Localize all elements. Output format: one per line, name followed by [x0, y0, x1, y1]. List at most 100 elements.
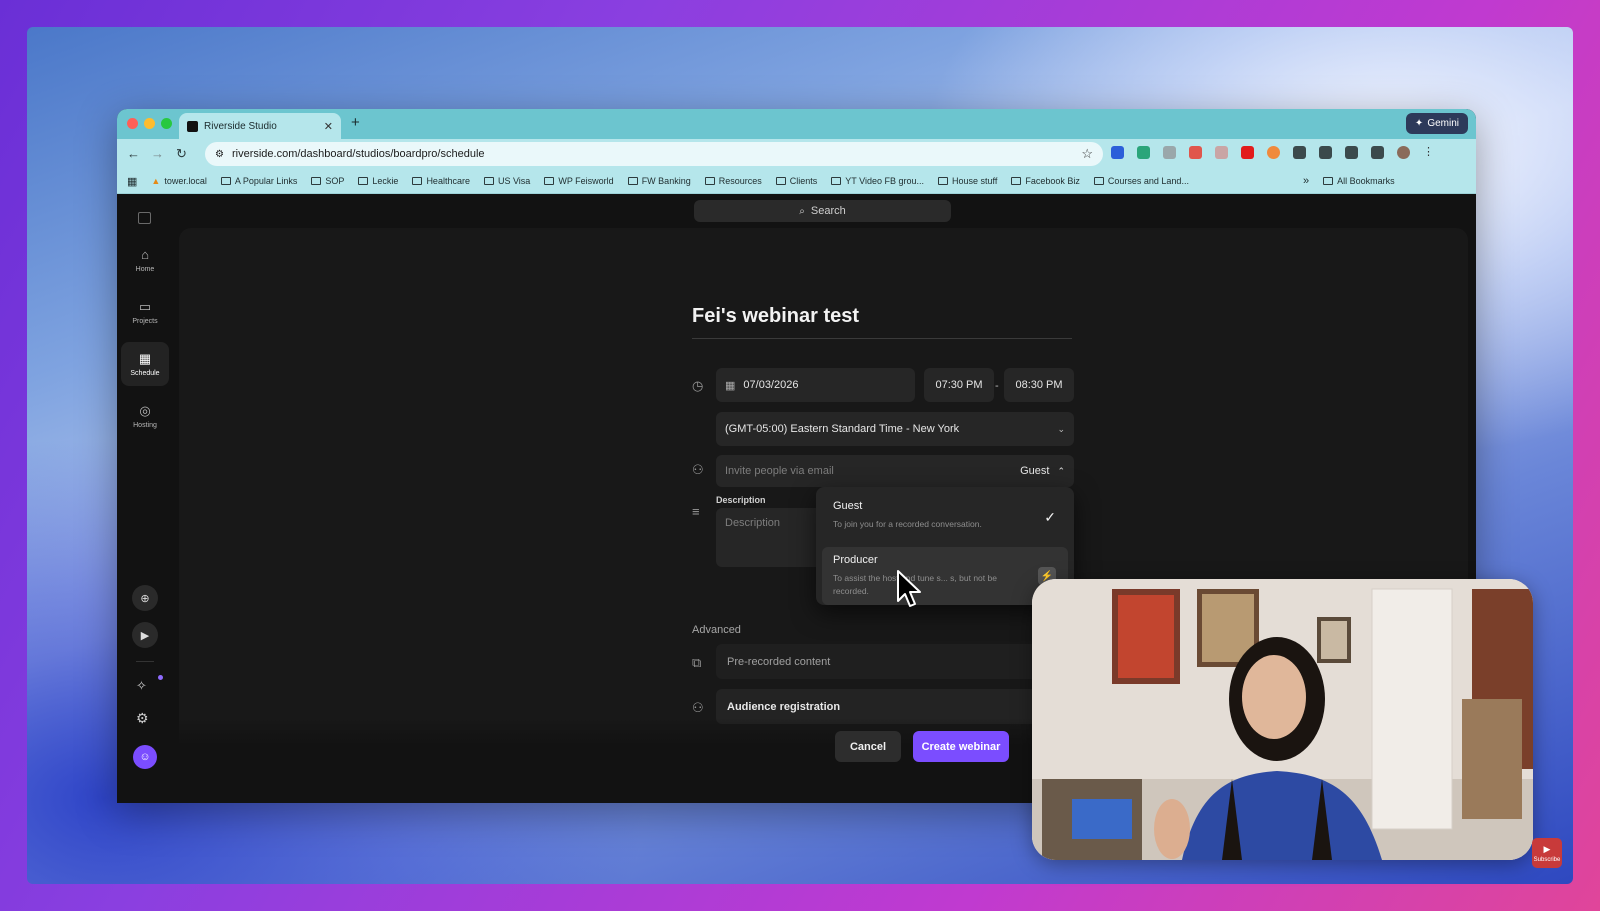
start-time-field[interactable]: 07:30 PM [924, 368, 994, 402]
collapse-sidebar-icon[interactable] [138, 212, 151, 224]
mouse-pointer-icon [897, 570, 921, 607]
extension-camera-icon[interactable] [1215, 146, 1228, 159]
webcam-overlay [1032, 579, 1533, 860]
bookmark-star-icon[interactable]: ☆ [1081, 146, 1093, 162]
user-avatar[interactable]: ☺ [133, 745, 157, 769]
sidebar-item-schedule[interactable]: ▦ Schedule [121, 342, 169, 386]
bookmark-folder[interactable]: Clients [775, 176, 817, 186]
bookmark-favicon-icon: ▲ [151, 176, 161, 186]
extension-red-icon[interactable] [1189, 146, 1202, 159]
folder-icon [937, 177, 948, 185]
extension-green-icon[interactable] [1137, 146, 1150, 159]
role-dropdown: Guest To join you for a recorded convers… [816, 487, 1074, 605]
home-icon: ⌂ [141, 246, 149, 262]
sidebar-divider [136, 661, 154, 662]
reload-icon[interactable]: ↻ [176, 146, 187, 162]
window-controls [127, 118, 172, 129]
close-window-button[interactable] [127, 118, 138, 129]
folder-icon [220, 177, 231, 185]
bookmark-folder[interactable]: YT Video FB grou... [831, 176, 924, 186]
prerecorded-content-row: Pre-recorded content [716, 644, 1072, 679]
youtube-subscribe-button[interactable]: ▶ Subscribe [1532, 838, 1562, 868]
bookmark-folder[interactable]: FW Banking [627, 176, 691, 186]
add-user-icon: ⚇ [692, 462, 704, 477]
sidebar-item-hosting[interactable]: ◎ Hosting [121, 394, 169, 438]
play-icon: ▶ [1543, 843, 1551, 854]
sidebar-item-projects[interactable]: ▭ Projects [121, 290, 169, 334]
browser-tab[interactable]: Riverside Studio ✕ [179, 113, 341, 139]
browser-menu-icon[interactable]: ⋮ [1423, 146, 1436, 159]
add-person-icon[interactable]: ⊕ [132, 585, 158, 611]
timezone-select[interactable]: (GMT-05:00) Eastern Standard Time - New … [716, 412, 1074, 446]
end-time-field[interactable]: 08:30 PM [1004, 368, 1074, 402]
riverside-favicon-icon [187, 120, 198, 132]
calendar-icon: ▦ [138, 350, 152, 366]
all-bookmarks-button[interactable]: All Bookmarks [1323, 176, 1395, 186]
close-tab-icon[interactable]: ✕ [324, 120, 333, 133]
media-controls-icon[interactable] [1371, 146, 1384, 159]
extension-pen-icon[interactable] [1163, 146, 1176, 159]
url-text: riverside.com/dashboard/studios/boardpro… [231, 148, 485, 160]
maximize-window-button[interactable] [161, 118, 172, 129]
calendar-icon: ▦ [725, 379, 736, 392]
sidebar-item-home[interactable]: ⌂ Home [121, 238, 169, 282]
bookmark-folder[interactable]: A Popular Links [220, 176, 297, 186]
apps-grid-icon[interactable]: ▦ [127, 175, 137, 188]
bookmark-folder[interactable]: WP Feisworld [544, 176, 614, 186]
bookmarks-overflow-button[interactable]: » [1303, 175, 1309, 187]
folder-icon [544, 177, 555, 185]
video-camera-icon[interactable]: ▶ [132, 622, 158, 648]
gemini-button[interactable]: ✦ Gemini [1405, 113, 1468, 134]
search-bar[interactable]: ⌕ Search [694, 200, 951, 222]
forward-arrow-icon[interactable]: → [151, 146, 164, 161]
bookmark-folder[interactable]: US Visa [483, 176, 530, 186]
profile-avatar-icon[interactable] [1397, 146, 1410, 159]
webinar-title[interactable]: Fei's webinar test [692, 305, 1072, 339]
cancel-button[interactable]: Cancel [835, 731, 901, 762]
checkmark-icon: ✓ [1044, 509, 1056, 525]
bookmark-folder[interactable]: Resources [704, 176, 762, 186]
invite-email-input[interactable]: Invite people via email Guest ⌃ [716, 455, 1074, 487]
sparkle-icon: ✦ [1414, 118, 1424, 129]
bookmark-folder[interactable]: Facebook Biz [1011, 176, 1080, 186]
sidebar: ⌂ Home ▭ Projects ▦ Schedule ◎ Hosting ⊕… [117, 194, 173, 803]
new-tab-button[interactable]: + [351, 114, 360, 131]
back-arrow-icon[interactable]: ← [127, 146, 140, 161]
bookmark-folder[interactable]: Courses and Land... [1093, 176, 1189, 186]
bookmark-folder[interactable]: Healthcare [412, 176, 470, 186]
side-panel-icon[interactable] [1319, 146, 1332, 159]
extensions-puzzle-icon[interactable] [1293, 146, 1306, 159]
chevron-up-icon: ⌃ [1057, 465, 1065, 476]
folder-icon [1093, 177, 1104, 185]
youtube-extension-icon[interactable] [1241, 146, 1254, 159]
minimize-window-button[interactable] [144, 118, 155, 129]
folder-icon [483, 177, 494, 185]
folder-icon [358, 177, 369, 185]
folder-icon [412, 177, 423, 185]
role-option-producer[interactable]: Producer To assist the host and tune s..… [822, 547, 1068, 605]
extension-v-icon[interactable] [1111, 146, 1124, 159]
party-popper-icon[interactable]: ✧ [136, 678, 147, 694]
advanced-section-label: Advanced [692, 624, 741, 636]
bookmark-folder[interactable]: Leckie [358, 176, 398, 186]
create-webinar-button[interactable]: Create webinar [913, 731, 1009, 762]
extension-orange-icon[interactable] [1267, 146, 1280, 159]
presenter-video [1032, 579, 1533, 860]
site-settings-icon[interactable]: ⚙ [215, 149, 224, 160]
settings-gear-icon[interactable]: ⚙ [136, 710, 149, 727]
bookmark-item[interactable]: ▲ tower.local [151, 176, 206, 186]
folder-icon [704, 177, 715, 185]
time-separator: - [995, 380, 999, 392]
address-bar[interactable]: ⚙ riverside.com/dashboard/studios/boardp… [205, 142, 1103, 166]
date-picker[interactable]: ▦ 07/03/2026 [716, 368, 915, 402]
folder-icon [627, 177, 638, 185]
bookmark-folder[interactable]: House stuff [937, 176, 997, 186]
search-icon: ⌕ [799, 205, 805, 217]
role-option-guest[interactable]: Guest To join you for a recorded convers… [822, 493, 1068, 543]
role-select[interactable]: Guest [1020, 465, 1049, 477]
bookmarks-bar: ▦ ▲ tower.local A Popular Links SOP Lecki… [117, 169, 1476, 194]
folder-icon [775, 177, 786, 185]
folder-icon [1011, 177, 1022, 185]
download-icon[interactable] [1345, 146, 1358, 159]
bookmark-folder[interactable]: SOP [311, 176, 344, 186]
